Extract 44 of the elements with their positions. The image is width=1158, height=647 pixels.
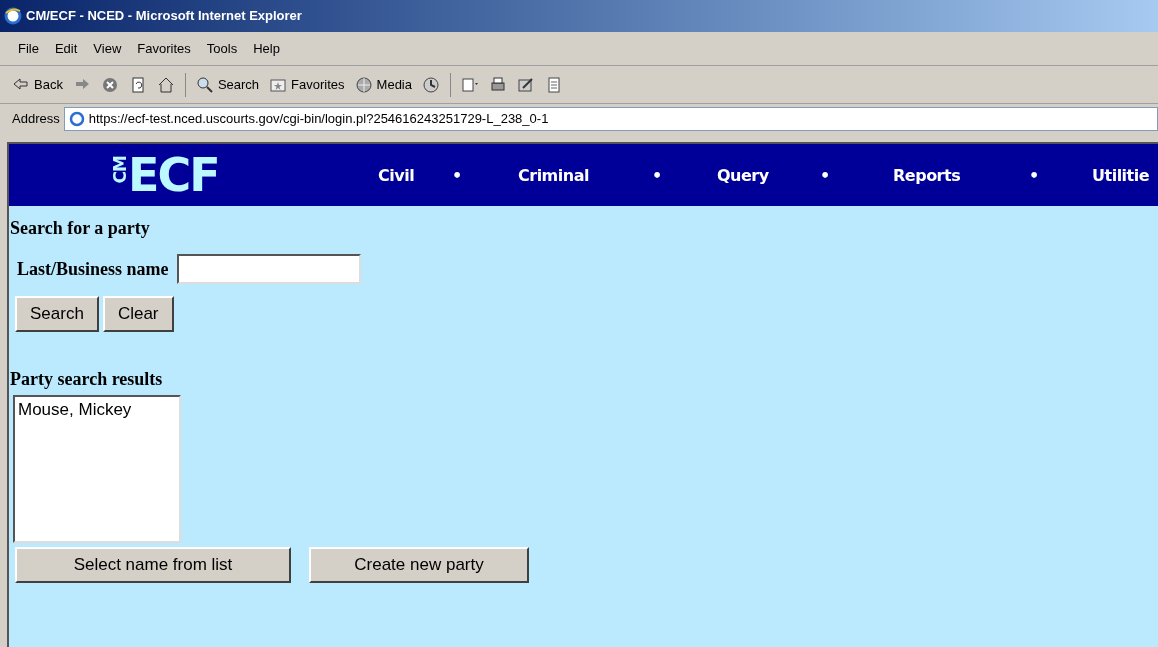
- nav-bullet: •: [1029, 165, 1039, 187]
- print-button[interactable]: [489, 75, 507, 94]
- favorites-button[interactable]: Favorites: [269, 74, 345, 95]
- menu-item[interactable]: File: [18, 38, 39, 59]
- stop-button[interactable]: [100, 75, 119, 94]
- window-title: CM/ECF - NCED - Microsoft Internet Explorer: [26, 7, 302, 26]
- name-input[interactable]: [176, 254, 361, 284]
- nav-link[interactable]: Query: [717, 164, 769, 188]
- search-icon: [195, 75, 214, 94]
- document-button[interactable]: [545, 75, 563, 94]
- back-button[interactable]: Back: [12, 74, 63, 95]
- section-heading: Party search results: [10, 368, 163, 391]
- media-icon: [354, 75, 373, 94]
- menu-item[interactable]: Help: [253, 38, 280, 59]
- form-button[interactable]: Select name from list: [15, 547, 291, 583]
- nav-bullet: •: [820, 165, 830, 187]
- menu-item[interactable]: View: [93, 38, 122, 59]
- nav-link[interactable]: Civil: [378, 164, 415, 188]
- nav-bullet: •: [652, 165, 662, 187]
- results-list[interactable]: Mouse, Mickey: [13, 395, 181, 543]
- browser-icon: [4, 7, 22, 25]
- address-field[interactable]: https://ecf-test.nced.uscourts.gov/cgi-bin/login.pl?254616243251729-L_238_0-1: [63, 107, 1158, 131]
- section-heading: Search for a party: [10, 217, 150, 240]
- search-button[interactable]: Search: [195, 74, 260, 95]
- home-button[interactable]: [156, 75, 175, 94]
- form-button[interactable]: Clear: [102, 296, 174, 332]
- media-button[interactable]: Media: [354, 74, 412, 95]
- nav-bullet: •: [452, 165, 462, 187]
- form-button[interactable]: Search: [15, 296, 99, 332]
- nav-link[interactable]: Reports: [893, 164, 961, 188]
- form-button[interactable]: Create new party: [309, 547, 529, 583]
- menu-item[interactable]: Tools: [206, 38, 238, 59]
- list-item[interactable]: Mouse, Mickey: [18, 397, 179, 423]
- ecf-logo: CM ECF: [112, 152, 220, 198]
- menu-item[interactable]: Favorites: [137, 38, 191, 59]
- history-button[interactable]: [422, 75, 440, 94]
- field-label: Last/Business name: [17, 257, 169, 281]
- nav-link[interactable]: Utilitie: [1092, 164, 1150, 188]
- menu-item[interactable]: Edit: [54, 38, 78, 59]
- edit-button[interactable]: [517, 75, 535, 94]
- page-icon: [68, 111, 85, 127]
- nav-link[interactable]: Criminal: [518, 164, 589, 188]
- address-label: Address: [12, 110, 60, 129]
- mail-button[interactable]: [461, 75, 479, 94]
